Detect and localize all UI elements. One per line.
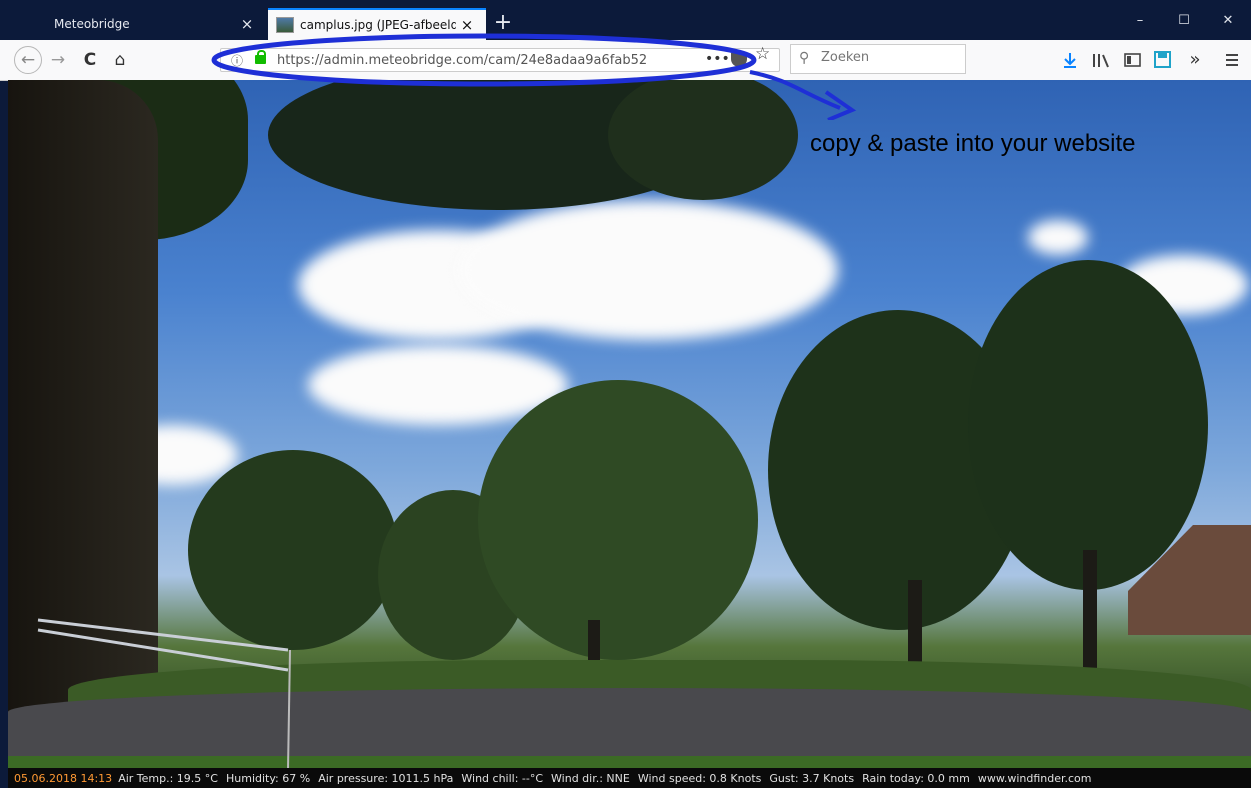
site-credit: www.windfinder.com: [977, 771, 1092, 785]
weather-status-bar: 05.06.2018 14:13 Air Temp.: 19.5 °C Humi…: [8, 768, 1251, 788]
timestamp: 05.06.2018 14:13: [14, 771, 113, 785]
air-temp: Air Temp.: 19.5 °C: [118, 771, 218, 785]
air-pressure: Air pressure: 1011.5 hPa: [318, 771, 454, 785]
fence-tape: [37, 618, 291, 770]
humidity: Humidity: 67 %: [225, 771, 311, 785]
gust: Gust: 3.7 Knots: [769, 771, 855, 785]
cloud: [1028, 220, 1088, 255]
arrow-icon: [749, 70, 857, 120]
webcam-image: 05.06.2018 14:13 Air Temp.: 19.5 °C Humi…: [8, 80, 1251, 788]
annotation-text: copy & paste into your website: [810, 130, 1136, 157]
wind-chill: Wind chill: --°C: [461, 771, 544, 785]
annotation-overlay: [211, 33, 857, 120]
tree: [968, 260, 1208, 590]
wind-speed: Wind speed: 0.8 Knots: [637, 771, 762, 785]
highlight-oval: [211, 33, 757, 87]
cloud: [458, 200, 838, 340]
tree: [478, 380, 758, 660]
rain-today: Rain today: 0.0 mm: [862, 771, 970, 785]
wind-dir: Wind dir.: NNE: [551, 771, 630, 785]
